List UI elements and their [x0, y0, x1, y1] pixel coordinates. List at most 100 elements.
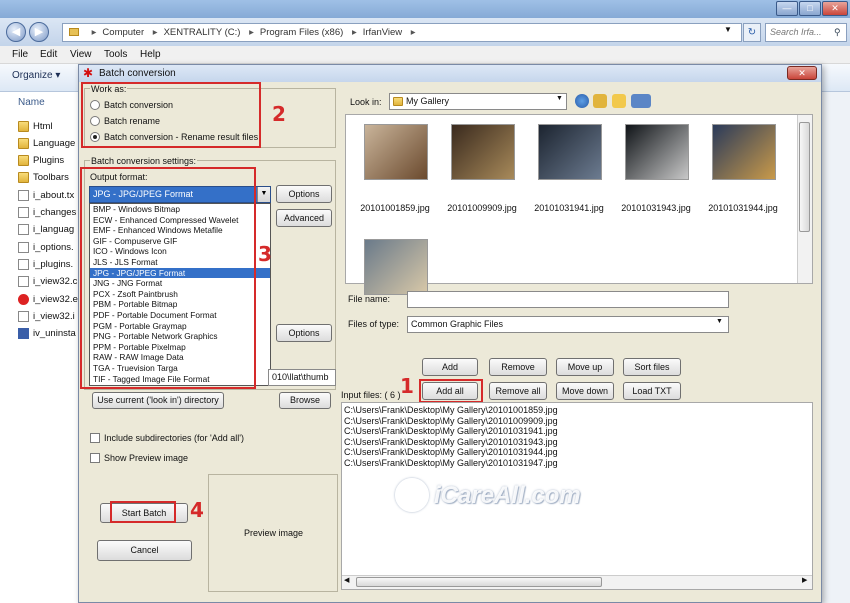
- move-up-button[interactable]: Move up: [556, 358, 614, 376]
- input-files-label: Input files: ( 6 ): [341, 390, 401, 400]
- input-file-item[interactable]: C:\Users\Frank\Desktop\My Gallery\201010…: [344, 426, 558, 437]
- scroll-left-icon[interactable]: ◀: [344, 576, 349, 584]
- breadcrumb-item[interactable]: XENTRALITY (C:): [164, 27, 241, 38]
- close-button[interactable]: ✕: [822, 1, 848, 16]
- forward-button[interactable]: ▶: [29, 22, 49, 42]
- file-row[interactable]: i_changes: [18, 205, 76, 221]
- menu-help[interactable]: Help: [140, 49, 161, 60]
- include-subdirectories-checkbox[interactable]: Include subdirectories (for 'Add all'): [90, 433, 244, 443]
- load-txt-button[interactable]: Load TXT: [623, 382, 681, 400]
- file-name: i_changes: [33, 207, 77, 218]
- maximize-button[interactable]: □: [799, 1, 821, 16]
- use-current-directory-button[interactable]: Use current ('look in') directory: [92, 392, 224, 409]
- sort-files-button[interactable]: Sort files: [623, 358, 681, 376]
- dialog-title: Batch conversion: [99, 68, 176, 79]
- rename-options-button[interactable]: Options: [276, 324, 332, 342]
- irfanview-icon: [18, 293, 29, 305]
- input-file-item[interactable]: C:\Users\Frank\Desktop\My Gallery\201010…: [344, 458, 558, 469]
- file-name: Plugins: [33, 155, 65, 167]
- menu-tools[interactable]: Tools: [104, 49, 127, 60]
- add-button[interactable]: Add: [422, 358, 478, 376]
- look-in-select[interactable]: My Gallery: [389, 93, 567, 110]
- name-column-header[interactable]: Name: [18, 97, 45, 108]
- file-row[interactable]: iv_uninsta: [18, 326, 76, 342]
- irfanview-icon: ✱: [83, 66, 94, 80]
- minimize-button[interactable]: —: [776, 1, 798, 16]
- watermark-text: iCareAll.com: [434, 482, 581, 509]
- highlight-box-format: [80, 167, 256, 389]
- image-thumbnail[interactable]: [364, 239, 428, 295]
- image-thumbnail[interactable]: [712, 124, 776, 180]
- file-row[interactable]: i_options.: [18, 239, 74, 255]
- file-row[interactable]: Html: [18, 118, 53, 134]
- step-number-2: 2: [272, 102, 286, 126]
- scrollbar-thumb[interactable]: [356, 577, 602, 587]
- folder-icon: [69, 28, 79, 37]
- file-name-input[interactable]: [407, 291, 729, 308]
- organize-button[interactable]: Organize ▾: [12, 70, 60, 81]
- menu-view[interactable]: View: [70, 49, 92, 60]
- file-row[interactable]: Toolbars: [18, 170, 69, 186]
- step-number-3: 3: [258, 242, 272, 266]
- thumbnail-label: 20101009909.jpg: [447, 203, 517, 213]
- breadcrumb-item[interactable]: Program Files (x86): [260, 27, 343, 38]
- menu-edit[interactable]: Edit: [40, 49, 57, 60]
- remove-button[interactable]: Remove: [489, 358, 547, 376]
- file-row[interactable]: i_plugins.: [18, 256, 73, 272]
- thumbnail-label: 20101031943.jpg: [621, 203, 691, 213]
- highlight-box-add-all: [419, 379, 483, 403]
- checkbox[interactable]: [90, 433, 100, 443]
- image-thumbnail[interactable]: [625, 124, 689, 180]
- remove-all-button[interactable]: Remove all: [489, 382, 547, 400]
- scrollbar-thumb[interactable]: [799, 122, 810, 232]
- advanced-button[interactable]: Advanced: [276, 209, 332, 227]
- move-down-button[interactable]: Move down: [556, 382, 614, 400]
- browse-button[interactable]: Browse: [279, 392, 331, 409]
- files-of-type-select[interactable]: Common Graphic Files: [407, 316, 729, 333]
- step-number-4: 4: [190, 498, 204, 522]
- chevron-down-icon[interactable]: ▼: [257, 187, 270, 202]
- view-menu-icon[interactable]: [631, 94, 651, 108]
- scroll-right-icon[interactable]: ▶: [802, 576, 807, 584]
- input-file-item[interactable]: C:\Users\Frank\Desktop\My Gallery\201010…: [344, 405, 558, 416]
- file-name: iv_uninsta: [33, 328, 76, 340]
- file-row[interactable]: i_view32.c: [18, 274, 77, 290]
- menu-file[interactable]: File: [12, 49, 28, 60]
- file-row[interactable]: i_view32.e: [18, 291, 78, 307]
- image-thumbnail[interactable]: [364, 124, 428, 180]
- thumbnail-label: 20101001859.jpg: [360, 203, 430, 213]
- input-file-item[interactable]: C:\Users\Frank\Desktop\My Gallery\201010…: [344, 416, 558, 427]
- cancel-button[interactable]: Cancel: [97, 540, 192, 561]
- folder-icon: [18, 155, 29, 167]
- back-icon[interactable]: [575, 94, 589, 108]
- input-file-item[interactable]: C:\Users\Frank\Desktop\My Gallery\201010…: [344, 447, 558, 458]
- file-row[interactable]: i_languag: [18, 222, 74, 238]
- breadcrumb-item[interactable]: Computer: [102, 27, 144, 38]
- format-options-button[interactable]: Options: [276, 185, 332, 203]
- file-name-label: File name:: [348, 294, 391, 304]
- breadcrumb[interactable]: ▸ Computer ▸ XENTRALITY (C:) ▸ Program File…: [62, 23, 742, 42]
- search-icon[interactable]: ⚲: [834, 27, 841, 38]
- file-row[interactable]: i_view32.i: [18, 308, 75, 324]
- image-thumbnail[interactable]: [451, 124, 515, 180]
- output-directory-input[interactable]: 010\llat\thumb: [268, 369, 336, 386]
- refresh-icon[interactable]: ↻: [743, 23, 761, 42]
- chevron-down-icon[interactable]: ▼: [716, 318, 723, 325]
- back-button[interactable]: ◀: [6, 22, 26, 42]
- new-folder-icon[interactable]: [612, 94, 626, 108]
- uninstall-icon: [18, 328, 29, 340]
- input-file-item[interactable]: C:\Users\Frank\Desktop\My Gallery\201010…: [344, 437, 558, 448]
- file-row[interactable]: Language: [18, 135, 75, 151]
- image-thumbnail[interactable]: [538, 124, 602, 180]
- file-row[interactable]: i_about.tx: [18, 187, 74, 203]
- checkbox[interactable]: [90, 453, 100, 463]
- up-folder-icon[interactable]: [593, 94, 607, 108]
- show-preview-checkbox[interactable]: Show Preview image: [90, 453, 188, 463]
- breadcrumb-item[interactable]: IrfanView: [363, 27, 402, 38]
- chevron-down-icon[interactable]: ▼: [556, 95, 563, 102]
- document-icon: [18, 310, 29, 322]
- dialog-close-button[interactable]: ✕: [787, 66, 817, 80]
- highlight-box-start: [110, 501, 176, 523]
- file-row[interactable]: Plugins: [18, 153, 64, 169]
- chevron-down-icon[interactable]: ▼: [724, 25, 732, 34]
